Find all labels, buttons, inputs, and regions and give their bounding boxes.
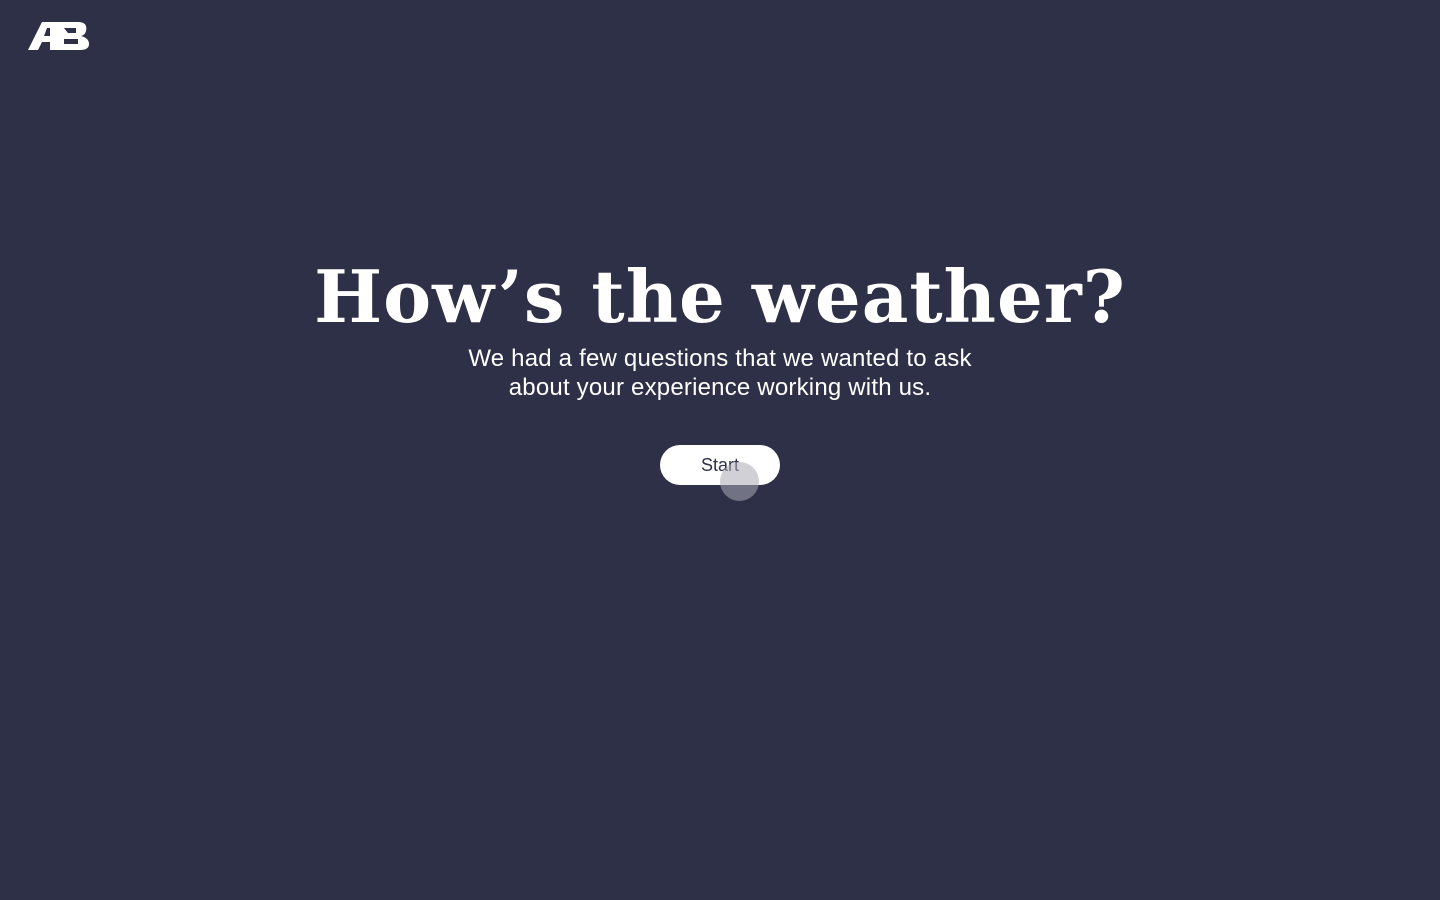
page-subtitle: We had a few questions that we wanted to… bbox=[420, 344, 1020, 402]
brand-logo[interactable] bbox=[28, 20, 90, 50]
subtitle-line-1: We had a few questions that we wanted to… bbox=[468, 345, 972, 372]
subtitle-line-2: about your experience working with us. bbox=[508, 374, 932, 401]
hero-section: How’s the weather? We had a few question… bbox=[0, 254, 1440, 402]
page-title: How’s the weather? bbox=[314, 254, 1126, 339]
survey-welcome-screen: How’s the weather? We had a few question… bbox=[0, 0, 1440, 900]
start-button[interactable]: Start bbox=[660, 445, 780, 485]
